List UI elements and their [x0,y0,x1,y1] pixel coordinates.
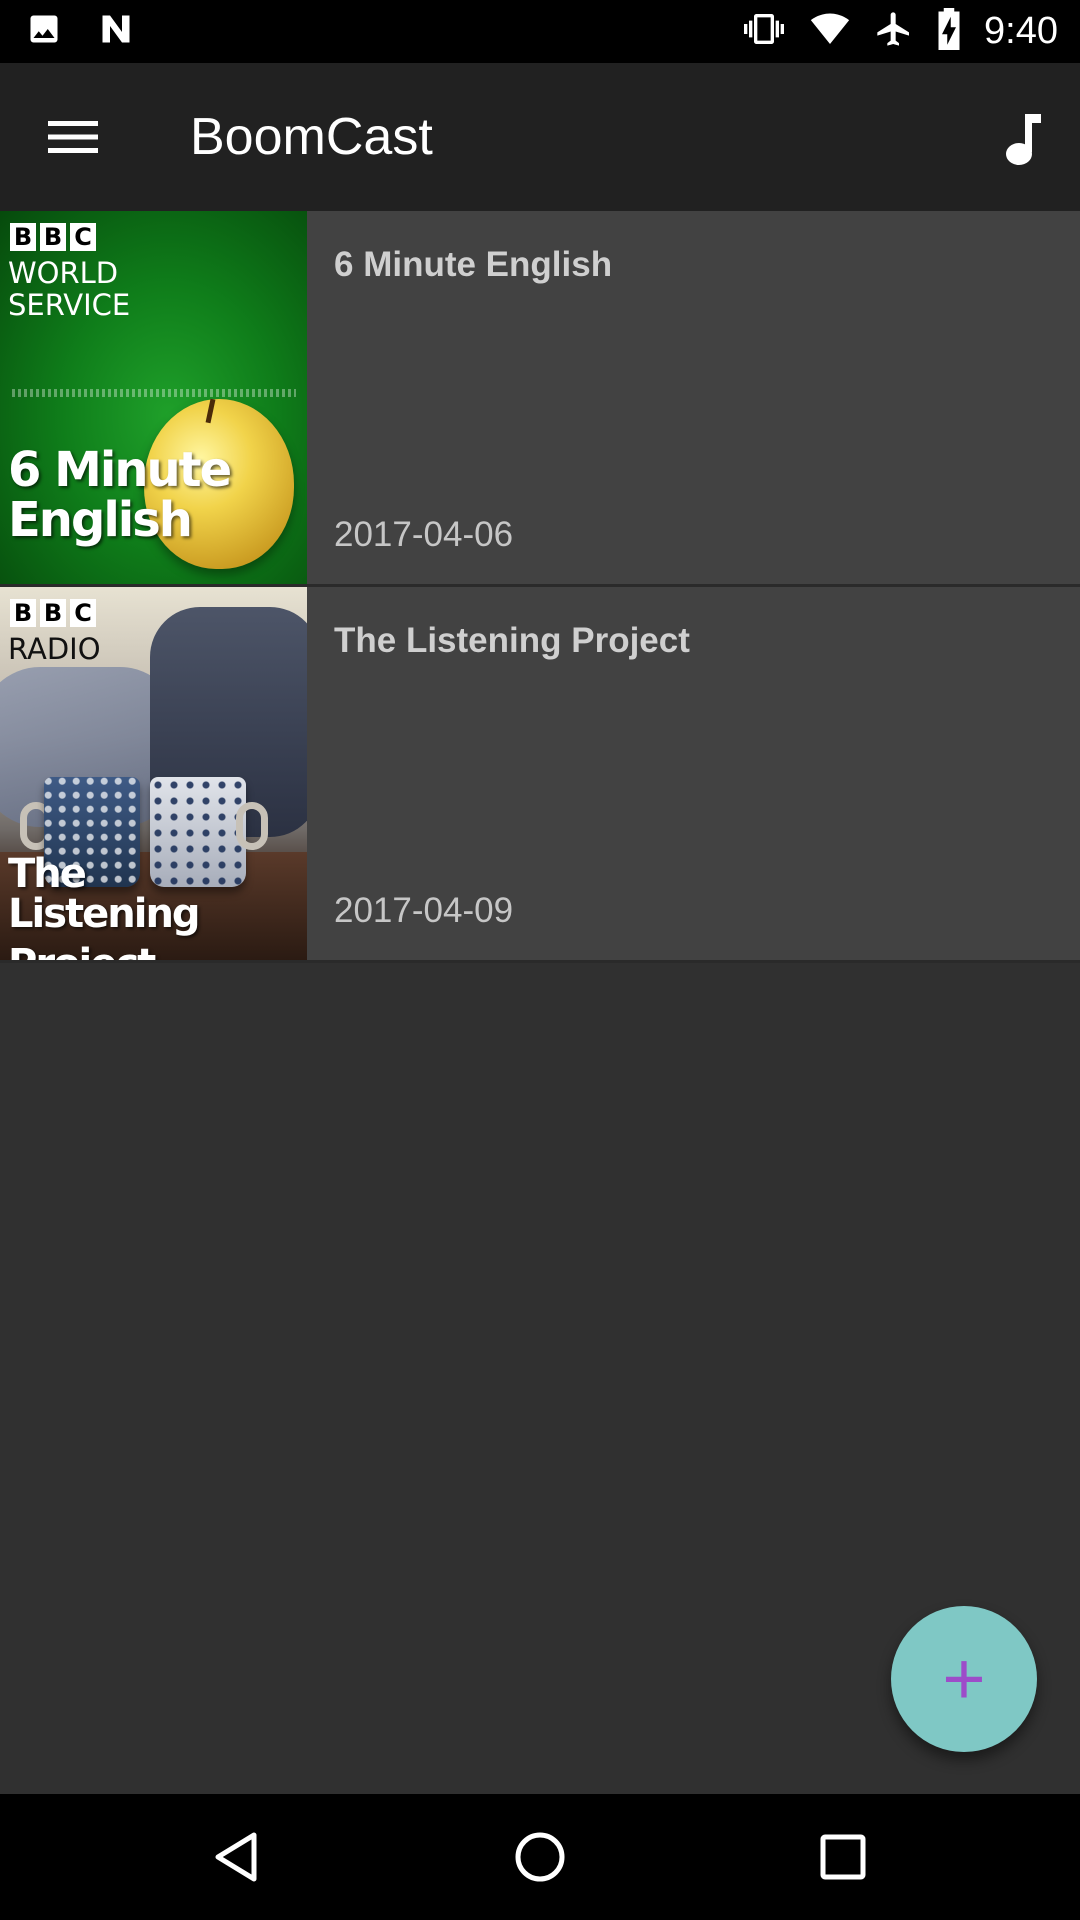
home-icon [515,1832,565,1882]
recents-icon [820,1834,866,1880]
mug-handle [236,802,268,850]
n-icon [96,11,136,52]
podcast-list: B B C WORLD SERVICE 6 Minute English 6 M… [0,211,1080,963]
bbc-logo: B B C [10,223,96,251]
screen: 9:40 BoomCast B B C WORLD SERVICE 6 Minu… [0,0,1080,1920]
podcast-cover: B B C WORLD SERVICE 6 Minute English [0,211,307,584]
cover-subtitle: WORLD [8,256,119,290]
vibrate-icon [742,9,786,54]
home-button[interactable] [507,1824,573,1890]
status-left [26,10,136,53]
cover-title: Listening Project [8,891,201,960]
cover-title: English [8,492,193,548]
podcast-row[interactable]: B B C RADIO The Listening Project The Li… [0,587,1080,963]
plus-icon: + [942,1637,986,1720]
logo-letter: B [40,599,66,627]
bbc-logo: B B C [10,599,96,627]
image-icon [26,11,62,52]
music-button[interactable] [986,103,1060,177]
status-right: 9:40 [742,8,1058,55]
back-button[interactable] [205,1824,271,1890]
podcast-cover: B B C RADIO The Listening Project [0,587,307,960]
app-title: BoomCast [190,108,433,166]
logo-letter: B [40,223,66,251]
recents-button[interactable] [810,1824,876,1890]
podcast-date: 2017-04-09 [334,891,514,930]
status-time: 9:40 [984,10,1058,52]
logo-letter: B [10,223,36,251]
podcast-title: The Listening Project [334,621,690,660]
back-icon [215,1832,257,1882]
cover-title: 6 Minute [8,442,232,498]
menu-button[interactable] [30,107,116,167]
add-podcast-button[interactable]: + [891,1606,1037,1752]
mug-illustration [150,777,246,887]
podcast-row[interactable]: B B C WORLD SERVICE 6 Minute English 6 M… [0,211,1080,587]
app-bar: BoomCast [0,63,1080,211]
logo-letter: C [70,223,96,251]
hamburger-menu-icon [48,121,98,153]
decorative-strip [12,389,296,397]
podcast-date: 2017-04-06 [334,515,514,554]
airplane-icon [874,9,914,54]
battery-charging-icon [936,8,962,55]
wifi-icon [808,9,852,54]
navigation-bar [0,1794,1080,1920]
logo-letter: C [70,599,96,627]
logo-letter: B [10,599,36,627]
podcast-title: 6 Minute English [334,245,613,284]
cover-subtitle: SERVICE [8,288,131,322]
cover-subtitle: RADIO [8,632,101,666]
music-note-icon [1006,114,1041,165]
status-bar: 9:40 [0,0,1080,63]
